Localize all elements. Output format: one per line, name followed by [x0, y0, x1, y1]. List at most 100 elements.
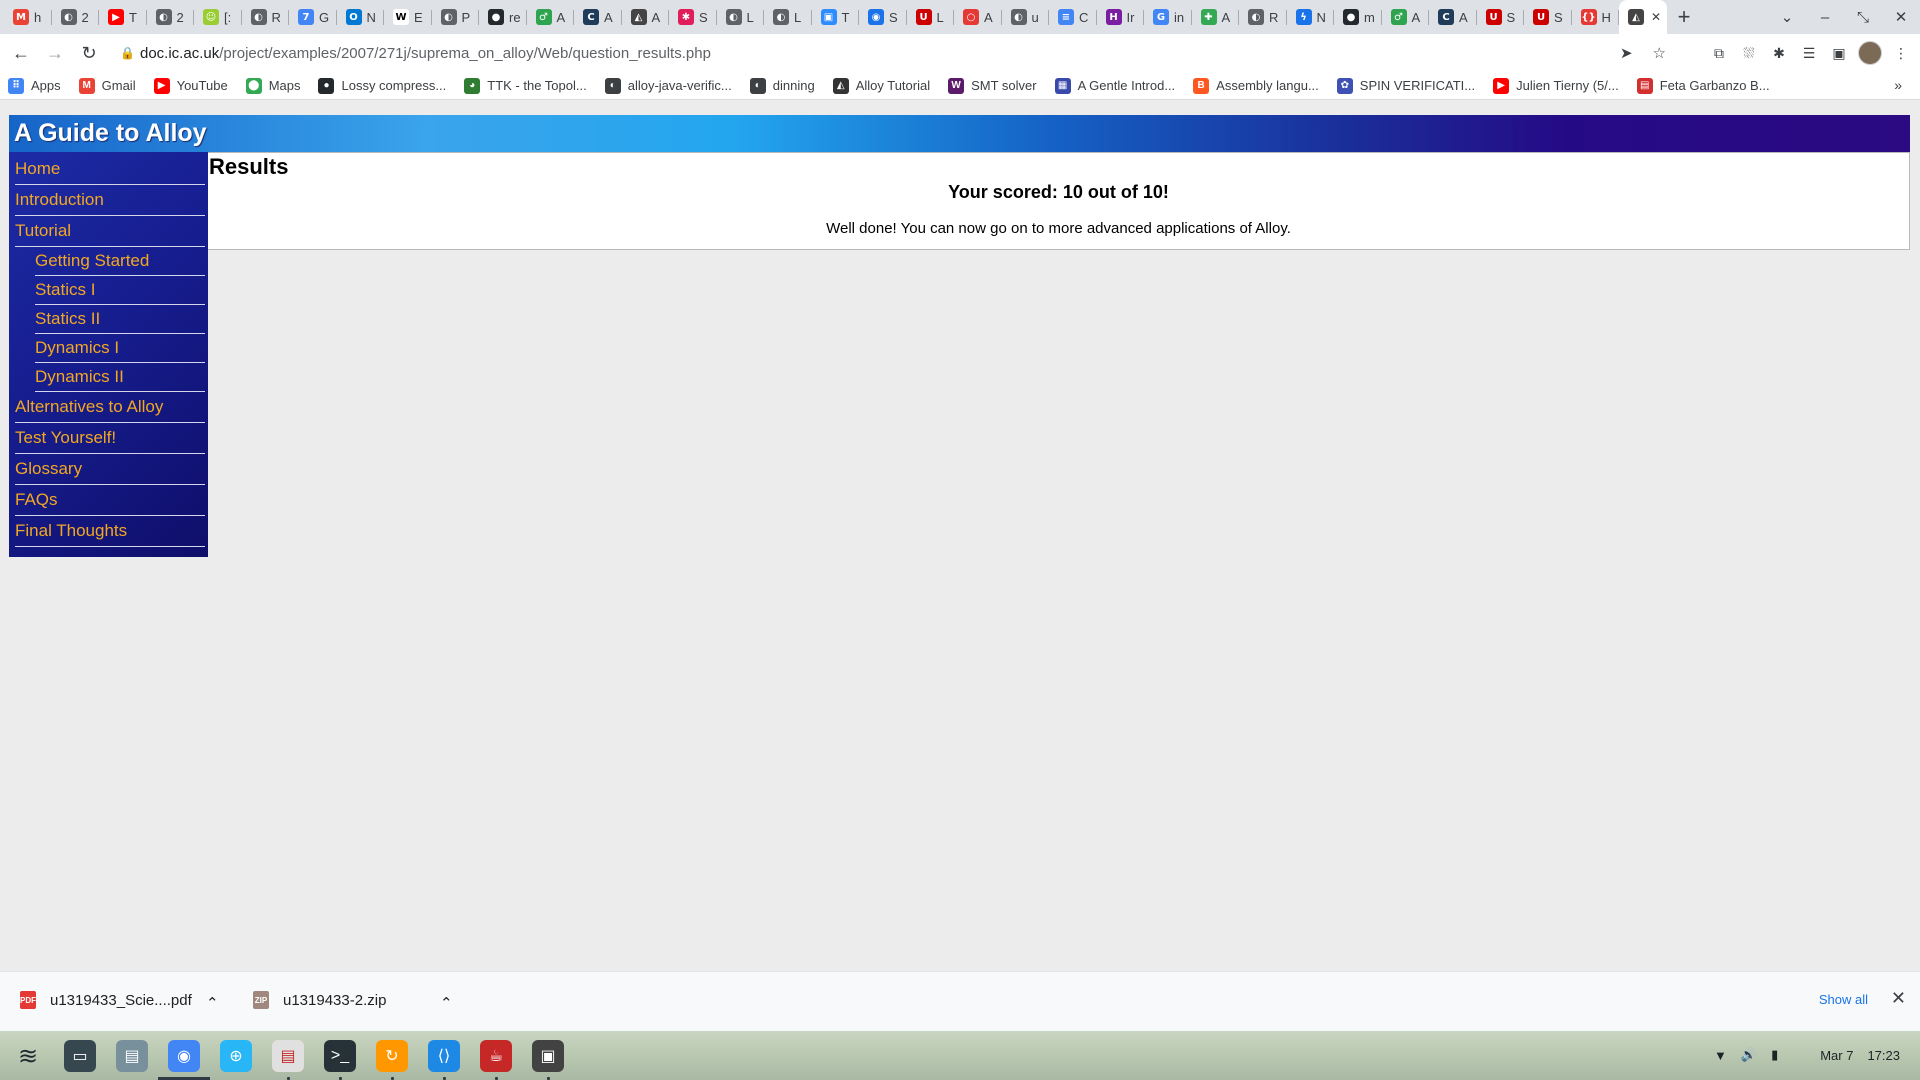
browser-tab[interactable]: ● m [1334, 0, 1382, 34]
camera-app-icon[interactable]: ▣ [532, 1040, 564, 1072]
browser-tab[interactable]: CA [574, 0, 622, 34]
browser-tab[interactable]: 7G [289, 0, 337, 34]
nav-link-alternatives[interactable]: Alternatives to Alloy [15, 393, 205, 423]
browser-tab[interactable]: CA [1429, 0, 1477, 34]
bookmark-star-icon[interactable]: ☆ [1653, 44, 1666, 62]
terminal-icon[interactable]: >_ [324, 1040, 356, 1072]
browser-tab[interactable]: ✱ S [669, 0, 717, 34]
lock-icon[interactable]: 🔒 [120, 46, 140, 60]
close-tab-icon[interactable]: ✕ [1651, 10, 1661, 24]
nav-link-home[interactable]: Home [15, 155, 205, 185]
browser-tab[interactable]: ♂ A [527, 0, 575, 34]
nav-link-tutorial[interactable]: Tutorial [15, 217, 205, 247]
bookmark-item[interactable]: ▤ Feta Garbanzo B... [1636, 77, 1770, 94]
browser-tab[interactable]: ◐ 2 [147, 0, 195, 34]
browser-tab[interactable]: WE [384, 0, 432, 34]
profile-avatar[interactable] [1858, 41, 1882, 65]
reading-list-icon[interactable]: ☰ [1798, 42, 1820, 64]
browser-tab[interactable]: ◐ R [1239, 0, 1287, 34]
back-button[interactable]: ← [4, 36, 38, 70]
browser-tab[interactable]: ◐ L [764, 0, 812, 34]
system-tray[interactable]: ▼ 🔊 ▮ Mar 7 17:23 [1714, 1047, 1900, 1063]
restore-icon[interactable]: ⤡ [1844, 9, 1882, 26]
bookmark-item[interactable]: ▶ YouTube [153, 77, 228, 94]
cast-icon[interactable]: ⛆ [1738, 42, 1760, 64]
volume-icon[interactable]: 🔊 [1741, 1047, 1757, 1063]
minimize-icon[interactable]: – [1806, 9, 1844, 26]
browser-tab[interactable]: ▶ T [99, 0, 147, 34]
browser-tab[interactable]: ♂ A [1382, 0, 1430, 34]
document-viewer-icon[interactable]: ▤ [272, 1040, 304, 1072]
download-options-chevron-icon[interactable]: ⌃ [440, 994, 453, 1012]
java-app-icon[interactable]: ☕ [480, 1040, 512, 1072]
bookmark-item[interactable]: ◐ alloy-java-verific... [604, 77, 732, 94]
nav-link-glossary[interactable]: Glossary [15, 455, 205, 485]
browser-tab[interactable]: US [1477, 0, 1525, 34]
bookmark-item[interactable]: ⬤ Maps [245, 77, 300, 94]
download-item-zip[interactable]: ZIP u1319433-2.zip [253, 991, 386, 1009]
download-options-chevron-icon[interactable]: ⌃ [206, 994, 219, 1012]
browser-tab[interactable]: UL [907, 0, 955, 34]
nav-link-faqs[interactable]: FAQs [15, 486, 205, 516]
browser-tab[interactable]: ● re [479, 0, 527, 34]
address-bar[interactable]: 🔒 doc.ic.ac.uk /project/examples/2007/27… [108, 37, 1678, 69]
browser-tab[interactable]: ◐ 2 [52, 0, 100, 34]
browser-tab[interactable]: ◐ P [432, 0, 480, 34]
bookmark-item[interactable]: ◕ TTK - the Topol... [464, 77, 587, 94]
browser-menu-icon[interactable]: ⋮ [1890, 42, 1912, 64]
close-download-bar-icon[interactable]: ✕ [1891, 988, 1906, 1009]
web-browser-icon[interactable]: ⊕ [220, 1040, 252, 1072]
show-all-downloads-link[interactable]: Show all [1819, 992, 1868, 1007]
bookmark-item[interactable]: ▦ A Gentle Introd... [1054, 77, 1175, 94]
browser-tab[interactable]: ◐ L [717, 0, 765, 34]
nav-link-dynamics-1[interactable]: Dynamics I [35, 335, 205, 363]
bookmark-item[interactable]: ● Lossy compress... [318, 77, 446, 94]
file-manager-icon[interactable]: ▤ [116, 1040, 148, 1072]
bookmark-item[interactable]: ◐ dinning [749, 77, 815, 94]
bookmark-item[interactable]: ▶ Julien Tierny (5/... [1493, 77, 1619, 94]
nav-link-dynamics-2[interactable]: Dynamics II [35, 364, 205, 392]
send-to-device-icon[interactable]: ➤ [1620, 44, 1633, 62]
nav-link-introduction[interactable]: Introduction [15, 186, 205, 216]
download-item-pdf[interactable]: PDF u1319433_Scie....pdf [20, 991, 192, 1009]
reload-button[interactable]: ↻ [72, 36, 106, 70]
bookmark-item[interactable]: W SMT solver [948, 77, 1037, 94]
browser-tab[interactable]: US [1524, 0, 1572, 34]
browser-tab[interactable]: ON [337, 0, 385, 34]
vscode-icon[interactable]: ⟨⟩ [428, 1040, 460, 1072]
puzzle-extensions-icon[interactable]: ✱ [1768, 42, 1790, 64]
browser-tab[interactable]: Mh [4, 0, 52, 34]
bookmark-item[interactable]: B Assembly langu... [1193, 77, 1319, 94]
bookmark-item[interactable]: ⠿ Apps [8, 77, 61, 94]
browser-tab[interactable]: ◐ u [1002, 0, 1050, 34]
nav-link-statics-2[interactable]: Statics II [35, 306, 205, 334]
bookmark-item[interactable]: M Gmail [78, 77, 136, 94]
nav-link-statics-1[interactable]: Statics I [35, 277, 205, 305]
bookmark-item[interactable]: ✿ SPIN VERIFICATI... [1336, 77, 1475, 94]
active-tab[interactable]: ◭ ✕ [1619, 0, 1667, 34]
extension-icon[interactable]: ⧉ [1708, 42, 1730, 64]
battery-icon[interactable]: ▮ [1771, 1047, 1778, 1063]
forward-button[interactable]: → [38, 36, 72, 70]
files-window-icon[interactable]: ▭ [64, 1040, 96, 1072]
more-bookmarks-icon[interactable]: » [1894, 77, 1902, 93]
browser-tab[interactable]: ✚ A [1192, 0, 1240, 34]
browser-tab[interactable]: ϟN [1287, 0, 1335, 34]
browser-tab[interactable]: ▣ T [812, 0, 860, 34]
browser-tab[interactable]: ○ A [954, 0, 1002, 34]
wifi-icon[interactable]: ▼ [1714, 1048, 1727, 1063]
side-panel-icon[interactable]: ▣ [1828, 42, 1850, 64]
browser-tab[interactable]: {} H [1572, 0, 1620, 34]
browser-tab[interactable]: H Ir [1097, 0, 1145, 34]
browser-tab[interactable]: ≡ C [1049, 0, 1097, 34]
new-tab-button[interactable]: + [1667, 0, 1701, 34]
window-close-icon[interactable]: ✕ [1882, 8, 1920, 26]
nav-link-final-thoughts[interactable]: Final Thoughts [15, 517, 205, 547]
bookmark-item[interactable]: ◭ Alloy Tutorial [832, 77, 930, 94]
tab-search-icon[interactable]: ⌄ [1768, 8, 1806, 26]
launcher-icon[interactable]: ≋ [12, 1040, 44, 1072]
chrome-icon[interactable]: ◉ [168, 1040, 200, 1072]
browser-tab[interactable]: ◭ A [622, 0, 670, 34]
browser-tab[interactable]: ◐ R [242, 0, 290, 34]
browser-tab[interactable]: ◉ S [859, 0, 907, 34]
